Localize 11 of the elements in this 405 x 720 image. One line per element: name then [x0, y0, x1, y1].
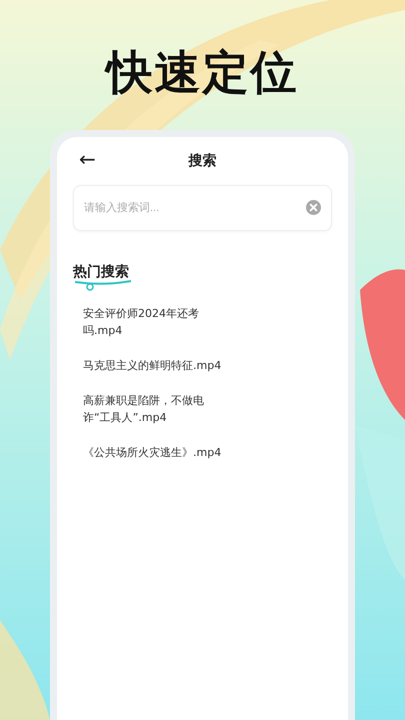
underline-icon: [73, 279, 133, 291]
search-suggestion[interactable]: 安全评价师2024年还考吗.mp4: [83, 305, 223, 339]
search-suggestion[interactable]: 马克思主义的鲜明特征.mp4: [83, 357, 223, 374]
back-button[interactable]: ←: [79, 147, 96, 171]
section-title: 热门搜索: [73, 263, 129, 281]
search-field[interactable]: 请输入搜索词...: [73, 185, 332, 231]
clear-icon[interactable]: [306, 200, 321, 215]
search-suggestion[interactable]: 《公共场所火灾逃生》.mp4: [83, 444, 223, 461]
headline: 快速定位: [106, 42, 298, 102]
search-suggestion[interactable]: 高薪兼职是陷阱，不做电诈“工具人”.mp4: [83, 392, 223, 426]
screen-title: 搜索: [188, 152, 216, 170]
